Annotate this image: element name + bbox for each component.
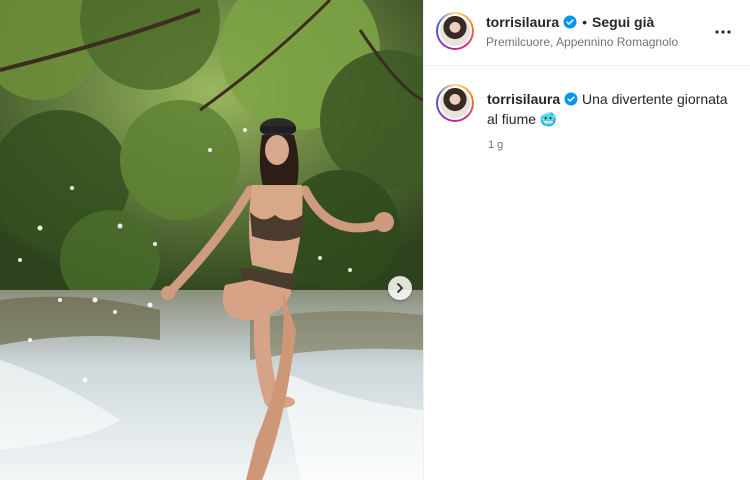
caption-avatar-border — [438, 86, 472, 120]
caption-block: torrisilaura Una divertente giornata al … — [424, 0, 750, 480]
next-photo-button[interactable] — [388, 276, 412, 300]
caption-avatar[interactable] — [436, 84, 474, 122]
avatar-image — [440, 16, 470, 46]
ellipsis-icon — [715, 30, 731, 34]
header-username[interactable]: torrisilaura — [486, 14, 559, 30]
avatar[interactable] — [436, 12, 474, 50]
separator-dot: • — [582, 14, 588, 30]
post-photo-illustration — [0, 0, 423, 480]
caption-verified-badge-icon — [564, 92, 578, 110]
follow-button[interactable]: Segui già — [592, 14, 654, 30]
verified-badge-icon — [563, 15, 577, 32]
more-options-button[interactable] — [714, 22, 732, 47]
post-side-panel: torrisilaura • Segui già Premilcuore, Appe… — [423, 0, 750, 480]
post-header: torrisilaura • Segui già Premilcuore, Appe… — [424, 0, 750, 66]
caption-username[interactable]: torrisilaura — [487, 91, 560, 107]
chevron-right-icon — [397, 283, 403, 293]
post-time[interactable]: 1 g — [488, 139, 503, 151]
caption-text: Una divertente giornata al fiume 🥶 — [487, 91, 728, 127]
avatar-border — [438, 14, 472, 48]
post-photo[interactable] — [0, 0, 423, 480]
location-link[interactable]: Premilcuore, Appennino Romagnolo — [486, 35, 678, 49]
caption-text-block: torrisilaura Una divertente giornata al … — [487, 90, 737, 128]
caption-avatar-image — [440, 88, 470, 118]
header-line: torrisilaura • Segui già — [486, 14, 654, 32]
